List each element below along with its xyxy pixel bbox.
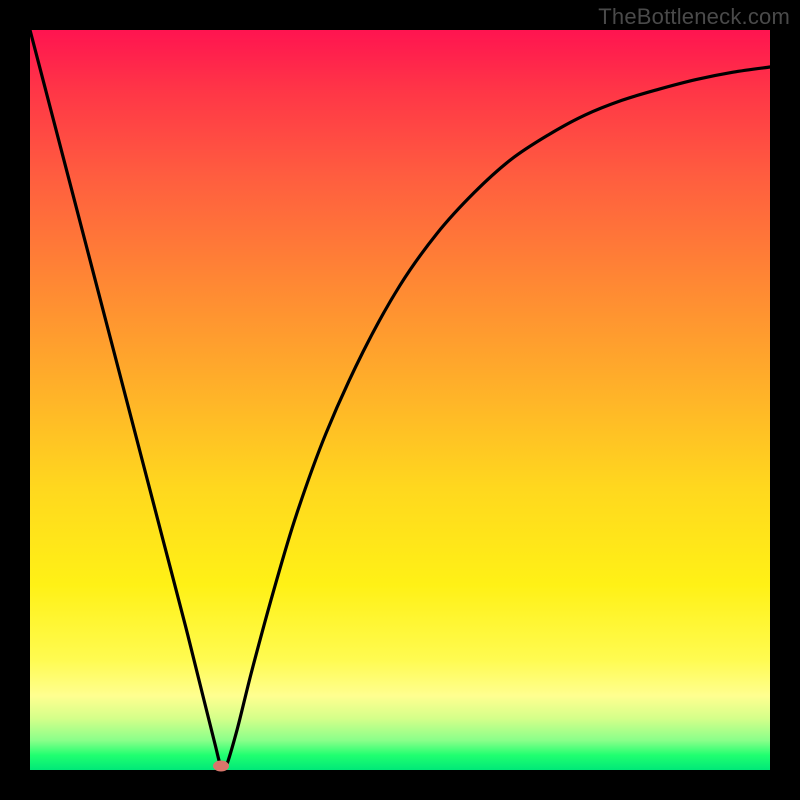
chart-plot-area (30, 30, 770, 770)
watermark-text: TheBottleneck.com (598, 4, 790, 30)
optimum-marker (213, 761, 229, 772)
bottleneck-curve (30, 30, 770, 770)
